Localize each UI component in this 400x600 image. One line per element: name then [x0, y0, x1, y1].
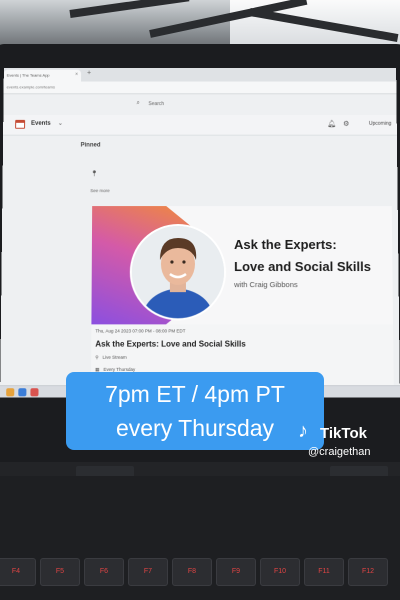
pin-icon: 📍︎ [90, 171, 98, 178]
new-tab-button[interactable]: + [87, 70, 91, 77]
browser-tab[interactable]: Events | The Teams App [3, 69, 82, 82]
calendar-icon [15, 119, 26, 129]
event-banner: Ask the Experts: Love and Social Skills … [91, 206, 394, 325]
caption-line2: every Thursday [115, 415, 275, 441]
pinned-heading: Pinned [80, 142, 101, 149]
event-card[interactable]: Ask the Experts: Love and Social Skills … [91, 206, 394, 390]
taskbar-app-icon[interactable] [30, 388, 39, 397]
laptop-screen: Events | The Teams App × + events.exampl… [0, 67, 400, 398]
browser-tab-bar: Events | The Teams App × + [3, 67, 397, 82]
tiktok-handle: @craigethan [308, 446, 371, 458]
tiktok-brand: TikTok [320, 425, 367, 442]
host-portrait [131, 226, 225, 319]
close-icon[interactable]: × [75, 72, 78, 78]
key[interactable]: F8 [172, 558, 212, 586]
caption-line1: 7pm ET / 4pm PT [105, 381, 285, 407]
event-location-label: Live Stream [102, 354, 127, 360]
host-avatar [129, 224, 227, 321]
search-icon: ⌕ [136, 100, 140, 107]
key[interactable]: F11 [304, 558, 344, 586]
function-key-row: F4 F5 F6 F7 F8 F9 F10 F11 F12 [0, 558, 400, 588]
event-location: ⚲ Live Stream [95, 355, 127, 361]
event-headline: Ask the Experts: Love and Social Skills [234, 234, 371, 278]
overlay-caption: 7pm ET / 4pm PT every Thursday [66, 372, 324, 450]
photo-scene: Events | The Teams App × + events.exampl… [0, 0, 400, 600]
event-datetime: Thu, Aug 24 2023 07:00 PM - 08:00 PM EDT [95, 328, 186, 334]
address-text: events.example.com/teams [6, 84, 55, 90]
bell-icon[interactable]: 🔔︎ [327, 120, 336, 128]
search-input[interactable]: ⌕ Search [134, 100, 283, 110]
app-header: Events ⌄ 🔔︎ ⚙ Upcoming [3, 114, 397, 136]
key[interactable]: F5 [40, 558, 80, 586]
location-pin-icon: ⚲ [95, 354, 99, 360]
key[interactable]: F4 [0, 558, 36, 586]
see-more-link[interactable]: See more [90, 188, 109, 193]
taskbar-app-icon[interactable] [6, 388, 15, 397]
tiktok-logo-icon: ♪ [298, 420, 308, 442]
page-title[interactable]: Events [31, 121, 51, 127]
event-title[interactable]: Ask the Experts: Love and Social Skills [95, 340, 245, 349]
key[interactable]: F12 [348, 558, 388, 586]
search-placeholder: Search [148, 101, 165, 108]
upcoming-tab[interactable]: Upcoming [369, 121, 391, 127]
key[interactable]: F7 [128, 558, 168, 586]
key[interactable]: F6 [84, 558, 124, 586]
address-bar[interactable]: events.example.com/teams [3, 81, 397, 95]
taskbar-app-icon[interactable] [18, 388, 27, 397]
gear-icon[interactable]: ⚙ [343, 120, 349, 128]
browser-tab-label: Events | The Teams App [6, 72, 50, 78]
event-host: with Craig Gibbons [234, 280, 298, 290]
chevron-down-icon[interactable]: ⌄ [58, 120, 63, 127]
event-headline-line1: Ask the Experts: [234, 236, 337, 252]
event-headline-line2: Love and Social Skills [234, 259, 371, 275]
key[interactable]: F10 [260, 558, 300, 586]
ceiling-beam [69, 0, 190, 18]
key[interactable]: F9 [216, 558, 256, 586]
